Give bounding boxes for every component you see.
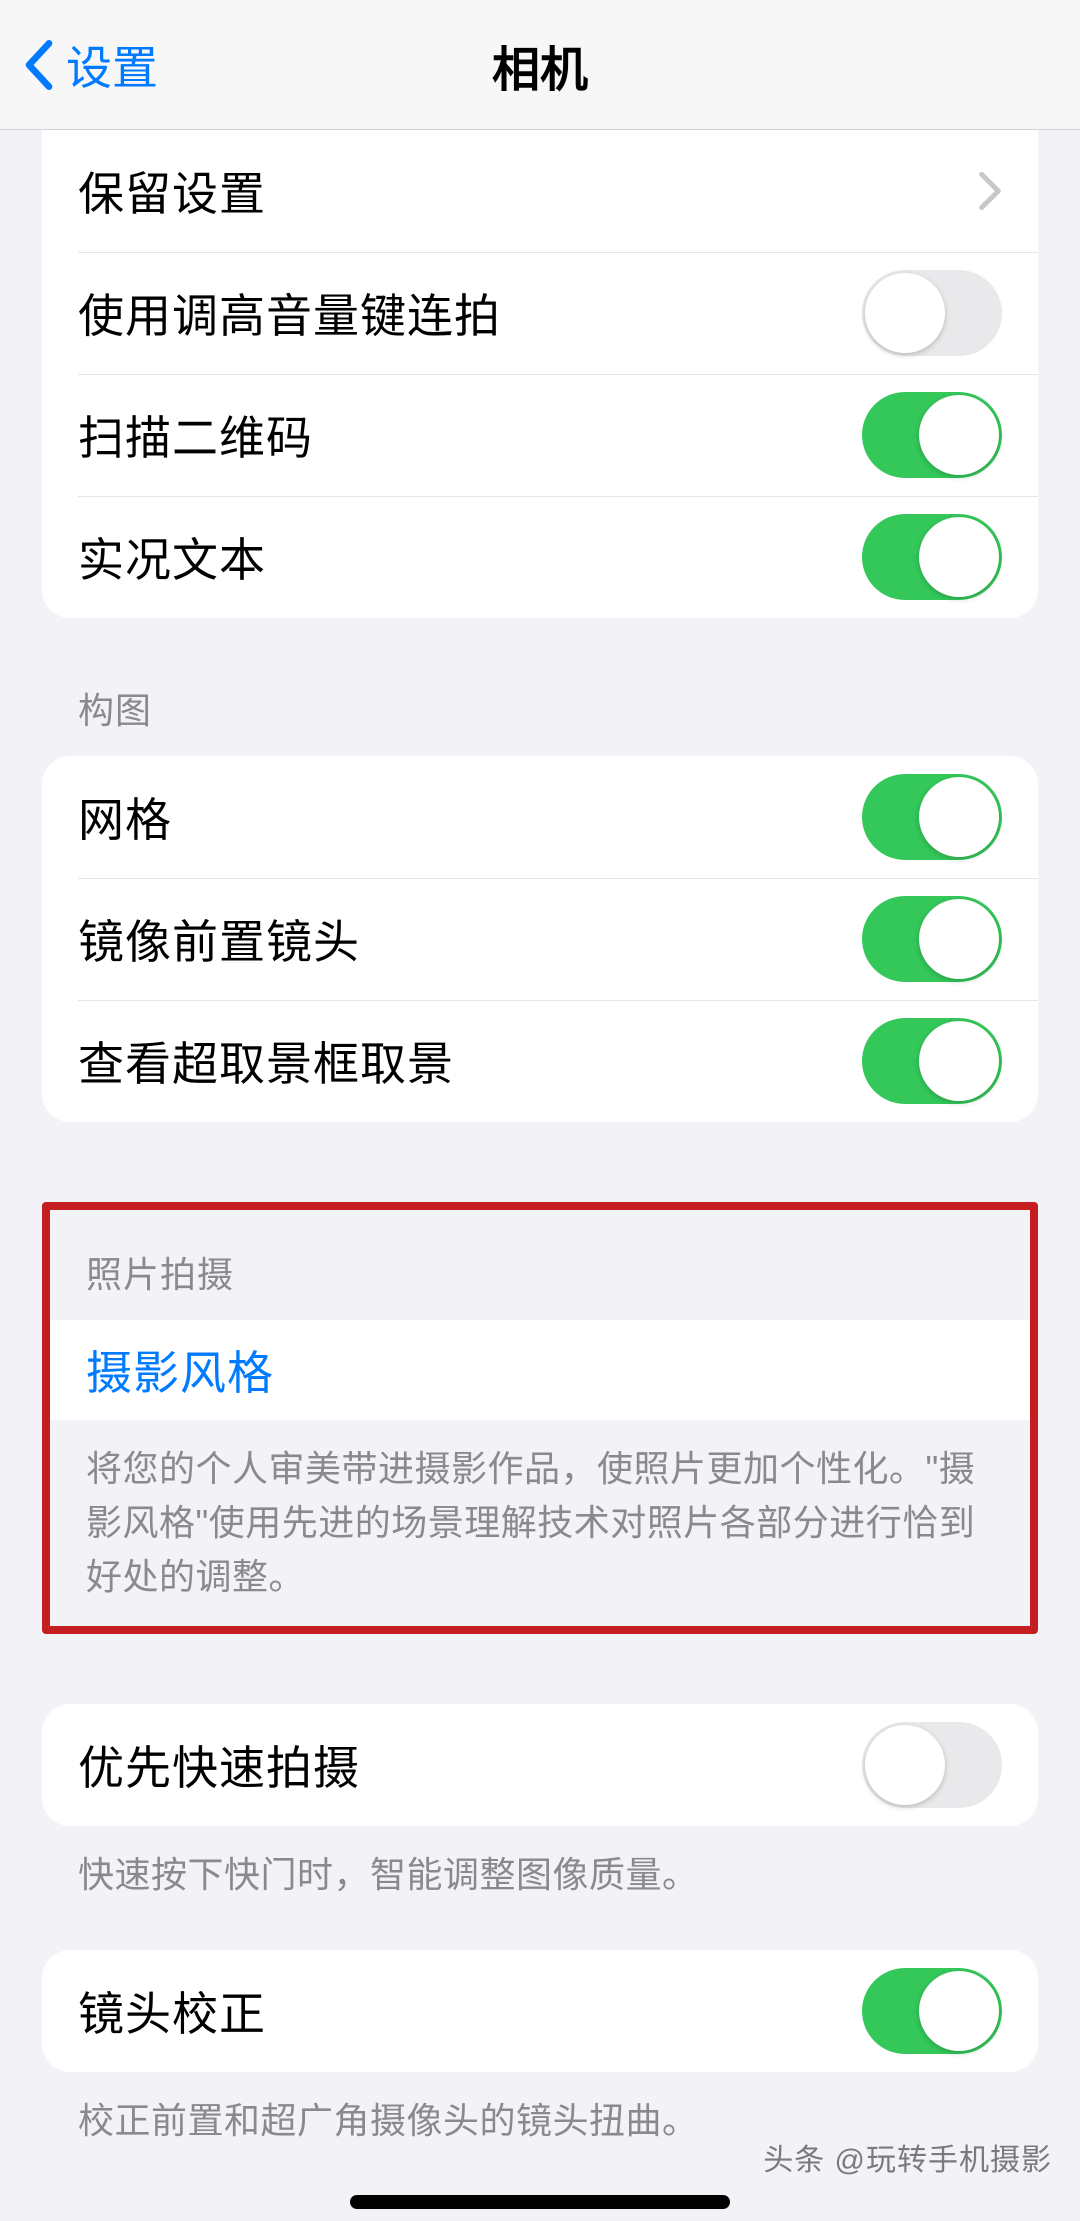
toggle-volume-burst[interactable]	[862, 270, 1002, 356]
section-footer-prioritize: 快速按下快门时，智能调整图像质量。	[42, 1826, 1038, 1902]
switch-knob	[919, 777, 999, 857]
back-label: 设置	[66, 32, 158, 98]
row-label: 网格	[78, 784, 862, 850]
row-view-outside-frame: 查看超取景框取景	[42, 1000, 1038, 1122]
row-scan-qr: 扫描二维码	[42, 374, 1038, 496]
row-lens-correction: 镜头校正	[42, 1950, 1038, 2072]
row-label: 查看超取景框取景	[78, 1028, 862, 1094]
switch-knob	[919, 395, 999, 475]
toggle-live-text[interactable]	[862, 514, 1002, 600]
settings-group-lens-correction: 镜头校正	[42, 1950, 1038, 2072]
toggle-lens-correction[interactable]	[862, 1968, 1002, 2054]
row-label: 优先快速拍摄	[78, 1732, 862, 1798]
back-button[interactable]: 设置	[24, 32, 158, 98]
section-footer-styles: 将您的个人审美带进摄影作品，使照片更加个性化。"摄影风格"使用先进的场景理解技术…	[50, 1420, 1030, 1604]
row-label: 实况文本	[78, 524, 862, 590]
row-grid: 网格	[42, 756, 1038, 878]
row-volume-burst: 使用调高音量键连拍	[42, 252, 1038, 374]
row-label: 使用调高音量键连拍	[78, 280, 862, 346]
toggle-prioritize-faster[interactable]	[862, 1722, 1002, 1808]
toggle-grid[interactable]	[862, 774, 1002, 860]
settings-group-composition: 网格 镜像前置镜头 查看超取景框取景	[42, 756, 1038, 1122]
row-label: 摄影风格	[86, 1337, 994, 1403]
highlighted-section: 照片拍摄 摄影风格 将您的个人审美带进摄影作品，使照片更加个性化。"摄影风格"使…	[42, 1202, 1038, 1634]
chevron-left-icon	[24, 39, 54, 91]
toggle-view-outside-frame[interactable]	[862, 1018, 1002, 1104]
settings-group-prioritize: 优先快速拍摄	[42, 1704, 1038, 1826]
toggle-scan-qr[interactable]	[862, 392, 1002, 478]
settings-group-photographic-styles: 摄影风格	[50, 1320, 1030, 1420]
row-live-text: 实况文本	[42, 496, 1038, 618]
row-prioritize-faster: 优先快速拍摄	[42, 1704, 1038, 1826]
row-photographic-styles[interactable]: 摄影风格	[50, 1320, 1030, 1420]
switch-knob	[919, 899, 999, 979]
section-header-composition: 构图	[42, 618, 1038, 756]
toggle-mirror-front[interactable]	[862, 896, 1002, 982]
switch-knob	[865, 273, 945, 353]
watermark-text: 头条 @玩转手机摄影	[763, 2135, 1052, 2179]
row-label: 保留设置	[78, 158, 978, 224]
section-header-photo-capture: 照片拍摄	[50, 1210, 1030, 1320]
row-mirror-front: 镜像前置镜头	[42, 878, 1038, 1000]
switch-knob	[919, 517, 999, 597]
home-indicator[interactable]	[350, 2195, 730, 2209]
row-label: 扫描二维码	[78, 402, 862, 468]
row-preserve-settings[interactable]: 保留设置	[42, 130, 1038, 252]
navigation-bar: 设置 相机	[0, 0, 1080, 130]
settings-group-general: 保留设置 使用调高音量键连拍 扫描二维码 实况文本	[42, 130, 1038, 618]
chevron-right-icon	[978, 171, 1002, 211]
switch-knob	[919, 1971, 999, 2051]
row-label: 镜头校正	[78, 1978, 862, 2044]
page-title: 相机	[492, 30, 588, 100]
switch-knob	[865, 1725, 945, 1805]
row-label: 镜像前置镜头	[78, 906, 862, 972]
switch-knob	[919, 1021, 999, 1101]
